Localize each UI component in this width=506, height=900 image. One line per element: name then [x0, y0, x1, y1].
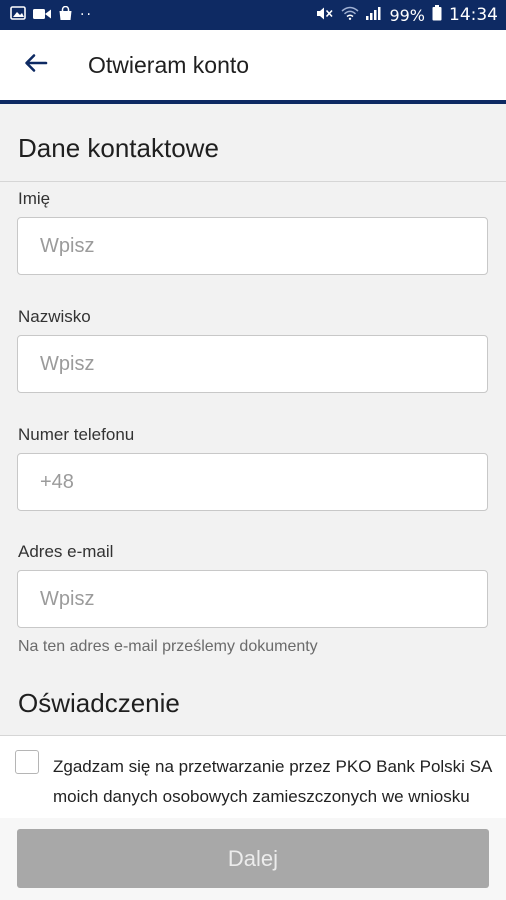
email-label: Adres e-mail [18, 542, 114, 561]
wifi-icon [341, 6, 359, 24]
last-name-input[interactable] [38, 351, 487, 377]
signal-icon [366, 6, 382, 24]
status-bar: ·· 99% 14:34 [0, 0, 506, 30]
battery-percent: 99% [389, 5, 425, 25]
first-name-input[interactable] [38, 233, 487, 259]
last-name-field[interactable] [17, 335, 488, 393]
more-dots-icon: ·· [80, 7, 93, 23]
app-bar-accent-line [0, 100, 506, 104]
section-divider [0, 181, 506, 182]
consent-text[interactable]: Zgadzam się na przetwarzanie przez PKO B… [53, 752, 493, 812]
section-title-statement: Oświadczenie [18, 688, 180, 718]
phone-input[interactable] [38, 469, 487, 495]
consent-block: Zgadzam się na przetwarzanie przez PKO B… [0, 736, 506, 818]
last-name-label: Nazwisko [18, 307, 91, 326]
phone-label: Numer telefonu [18, 425, 135, 444]
arrow-left-icon [24, 53, 48, 78]
battery-icon [432, 5, 442, 25]
status-bar-left: ·· [10, 5, 93, 25]
section-title-contact: Dane kontaktowe [18, 133, 219, 163]
mute-icon [316, 6, 334, 25]
email-field[interactable] [17, 570, 488, 628]
status-bar-right: 99% 14:34 [316, 5, 498, 25]
bag-icon [58, 5, 73, 25]
email-hint: Na ten adres e-mail prześlemy dokumenty [18, 638, 318, 655]
gallery-icon [10, 6, 26, 24]
consent-checkbox[interactable] [15, 750, 39, 774]
next-button[interactable]: Dalej [17, 829, 489, 888]
email-input[interactable] [38, 586, 487, 612]
first-name-field[interactable] [17, 217, 488, 275]
page-title: Otwieram konto [88, 51, 250, 78]
app-bar: Otwieram konto [0, 30, 506, 100]
back-button[interactable] [0, 30, 72, 100]
status-time: 14:34 [449, 5, 498, 25]
first-name-label: Imię [18, 189, 51, 208]
video-icon [33, 6, 51, 24]
phone-field[interactable] [17, 453, 488, 511]
